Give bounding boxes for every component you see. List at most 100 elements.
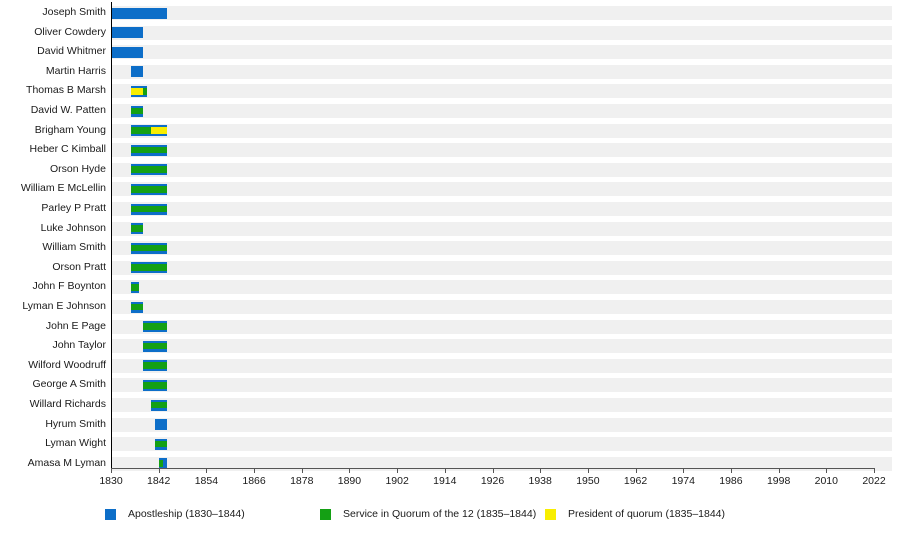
timeline-row: Heber C Kimball	[0, 140, 900, 160]
x-axis-tick	[778, 468, 780, 473]
row-label: William E McLellin	[20, 182, 106, 195]
row-background-band	[111, 123, 892, 138]
bar-segment-quorum-service	[158, 460, 163, 467]
row-label: David Whitmer	[37, 45, 106, 58]
row-background-band	[111, 84, 892, 99]
row-background-band	[111, 241, 892, 256]
bar-segment-apostleship	[130, 66, 143, 78]
x-axis-tick	[874, 468, 875, 473]
row-background-band	[111, 417, 892, 432]
row-label: Parley P Pratt	[41, 202, 106, 214]
bar-segment-quorum-service	[142, 342, 167, 350]
x-axis-tick	[826, 468, 828, 473]
timeline-row: Willard Richards	[0, 395, 900, 415]
row-background-band	[111, 339, 892, 354]
row-label: Orson Pratt	[52, 260, 106, 273]
row-label: Wilford Woodruff	[28, 358, 106, 371]
x-axis-tick	[301, 468, 303, 473]
row-label: John Taylor	[52, 339, 106, 352]
bar-segment-president-of-quorum	[150, 127, 167, 134]
row-label: Heber C Kimball	[29, 143, 106, 156]
timeline-row: Wilford Woodruff	[0, 356, 900, 376]
row-background-band	[111, 45, 892, 60]
bar-segment-quorum-service	[130, 244, 167, 252]
timeline-row: John F Boynton	[0, 277, 900, 297]
timeline-row: William Smith	[0, 238, 900, 258]
legend-label: President of quorum (1835–1844)	[568, 508, 726, 520]
row-background-band	[111, 202, 892, 216]
x-axis-tick	[635, 468, 637, 473]
bar-segment-quorum-service	[130, 127, 151, 134]
x-axis-tick	[206, 468, 208, 473]
row-label: Orson Hyde	[49, 162, 106, 175]
timeline-row: Orson Hyde	[0, 160, 900, 180]
legend-color-swatch	[105, 509, 116, 520]
timeline-row: Lyman E Johnson	[0, 297, 900, 317]
timeline-row: Martin Harris	[0, 62, 900, 82]
row-background-band	[111, 280, 892, 295]
row-label: Luke Johnson	[40, 221, 106, 234]
row-background-band	[111, 437, 892, 452]
row-label: William Smith	[42, 241, 106, 254]
bar-segment-quorum-service	[130, 146, 167, 154]
timeline-row: Orson Pratt	[0, 258, 900, 278]
timeline-row: Luke Johnson	[0, 219, 900, 239]
row-background-band	[111, 378, 892, 393]
timeline-row: Parley P Pratt	[0, 199, 900, 219]
x-axis-tick	[540, 468, 542, 473]
bar-segment-quorum-service	[154, 440, 167, 448]
x-axis-tick	[254, 468, 256, 473]
row-label: Lyman Wight	[45, 437, 106, 450]
chart-legend: Apostleship (1830–1844) Service in Quorum…	[0, 505, 900, 527]
row-background-band	[111, 319, 892, 334]
timeline-row: William E McLellin	[0, 179, 900, 199]
x-axis-tick	[158, 468, 160, 473]
row-background-band	[111, 6, 892, 20]
row-background-band	[111, 182, 892, 197]
timeline-row: Brigham Young	[0, 121, 900, 141]
timeline-row: David W. Patten	[0, 101, 900, 121]
bar-segment-apostleship	[111, 46, 143, 58]
bar-segment-quorum-service	[142, 323, 167, 330]
bar-segment-apostleship	[111, 7, 167, 19]
bar-segment-quorum-service	[130, 107, 143, 115]
x-axis-tick	[349, 468, 351, 473]
x-axis-tick	[111, 468, 112, 473]
timeline-row: Amasa M Lyman	[0, 454, 900, 474]
bar-segment-quorum-service	[130, 303, 143, 311]
legend-color-swatch	[545, 509, 556, 520]
row-label: John F Boynton	[32, 280, 106, 293]
x-axis-tick	[492, 468, 494, 473]
row-background-band	[111, 104, 892, 118]
row-label: John E Page	[45, 319, 106, 332]
bar-segment-quorum-service	[130, 186, 167, 193]
timeline-row: Oliver Cowdery	[0, 23, 900, 43]
row-label: Thomas B Marsh	[26, 84, 106, 97]
bar-segment-quorum-service	[150, 401, 167, 409]
bar-segment-apostleship	[111, 27, 143, 39]
row-label: Amasa M Lyman	[27, 456, 106, 469]
timeline-chart: Joseph Smith Oliver Cowdery David Whitmer M…	[0, 0, 900, 555]
row-label: Lyman E Johnson	[22, 300, 106, 312]
bar-segment-quorum-service	[130, 225, 143, 232]
row-background-band	[111, 64, 892, 79]
bar-segment-quorum-service	[130, 284, 139, 291]
bar-segment-quorum-service	[142, 362, 167, 369]
bar-segment-president-of-quorum	[130, 88, 143, 95]
row-background-band	[111, 300, 892, 314]
row-label: Oliver Cowdery	[34, 25, 106, 38]
timeline-row: John Taylor	[0, 336, 900, 356]
timeline-row: Joseph Smith	[0, 3, 900, 23]
row-label: Hyrum Smith	[45, 417, 106, 430]
row-label: Joseph Smith	[42, 6, 106, 18]
timeline-row: George A Smith	[0, 375, 900, 395]
x-axis-tick	[587, 468, 589, 473]
row-label: George A Smith	[32, 378, 106, 391]
legend-color-swatch	[320, 509, 331, 520]
row-background-band	[111, 143, 892, 158]
y-axis-line	[111, 2, 112, 468]
bar-segment-quorum-service	[130, 264, 167, 271]
row-background-band	[111, 260, 892, 275]
bar-segment-quorum-service	[130, 205, 167, 213]
x-axis-tick	[397, 468, 399, 473]
